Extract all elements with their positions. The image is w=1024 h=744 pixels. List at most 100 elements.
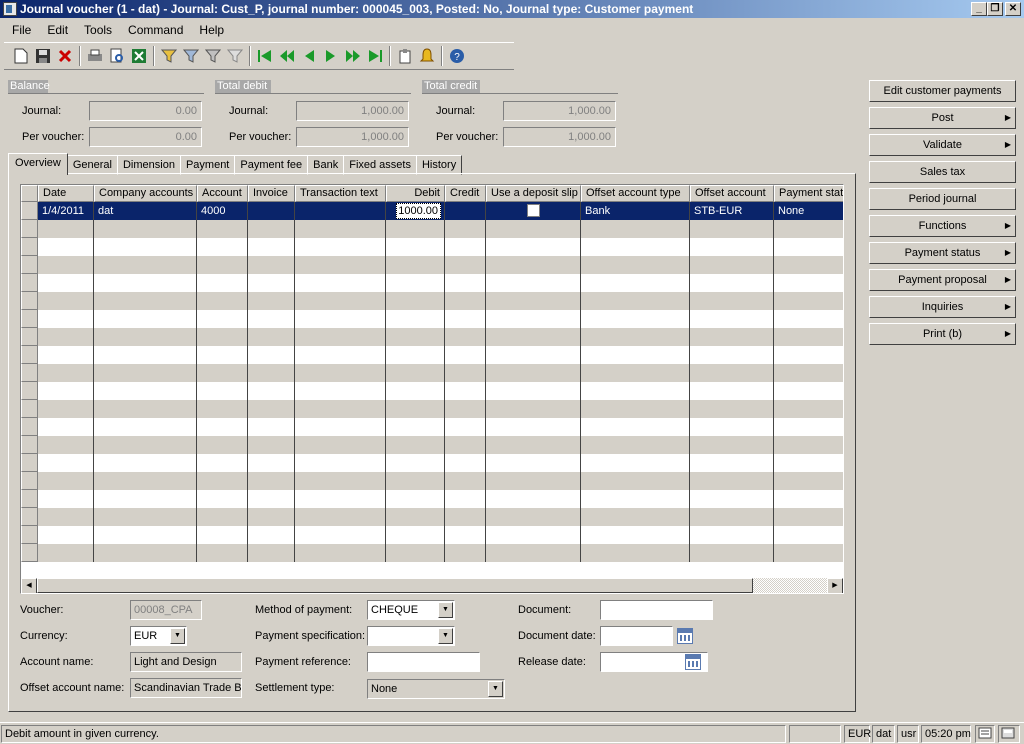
- grid-cell[interactable]: [774, 328, 843, 346]
- alert-icon[interactable]: [416, 45, 438, 67]
- grid-cell[interactable]: [774, 364, 843, 382]
- grid-cell[interactable]: [295, 256, 386, 274]
- settlement-type-select[interactable]: None ▼: [367, 679, 505, 699]
- grid-cell[interactable]: [295, 292, 386, 310]
- table-row[interactable]: [21, 310, 843, 328]
- status-currency[interactable]: EUR: [844, 725, 871, 743]
- grid-cell[interactable]: [295, 490, 386, 508]
- cell-debit[interactable]: 1000.00: [396, 203, 441, 219]
- table-row[interactable]: 1/4/2011 dat 4000 1000.00 Bank STB-EUR N…: [21, 202, 843, 220]
- scroll-right-icon[interactable]: ▶: [827, 578, 843, 593]
- previous-page-icon[interactable]: [276, 45, 298, 67]
- grid-cell[interactable]: [94, 346, 197, 364]
- tab-fixed-assets[interactable]: Fixed assets: [343, 155, 417, 175]
- grid-cell[interactable]: [38, 436, 94, 454]
- grid-cell[interactable]: [581, 382, 690, 400]
- col-credit[interactable]: Credit: [445, 185, 486, 202]
- grid-cell[interactable]: [774, 436, 843, 454]
- grid-cell[interactable]: [486, 418, 581, 436]
- grid-cell[interactable]: [445, 256, 486, 274]
- journal-lines-grid[interactable]: Date Company accounts Account Invoice Tr…: [20, 184, 844, 594]
- tab-overview[interactable]: Overview: [8, 153, 68, 175]
- grid-cell[interactable]: [94, 274, 197, 292]
- grid-cell[interactable]: [445, 526, 486, 544]
- grid-cell[interactable]: [774, 418, 843, 436]
- print-preview-icon[interactable]: [106, 45, 128, 67]
- grid-cell[interactable]: [295, 310, 386, 328]
- method-of-payment-select[interactable]: CHEQUE ▼: [367, 600, 455, 620]
- grid-cell[interactable]: [248, 508, 295, 526]
- grid-cell[interactable]: [445, 310, 486, 328]
- grid-cell[interactable]: [38, 382, 94, 400]
- status-company[interactable]: dat: [872, 725, 895, 743]
- grid-cell[interactable]: [94, 436, 197, 454]
- grid-cell[interactable]: [581, 544, 690, 562]
- grid-cell[interactable]: [38, 310, 94, 328]
- row-selector[interactable]: [21, 328, 38, 346]
- grid-cell[interactable]: [690, 220, 774, 238]
- row-selector[interactable]: [21, 544, 38, 562]
- grid-cell[interactable]: [386, 238, 445, 256]
- table-row[interactable]: [21, 328, 843, 346]
- table-row[interactable]: [21, 490, 843, 508]
- grid-cell[interactable]: [486, 292, 581, 310]
- grid-cell[interactable]: [197, 526, 248, 544]
- grid-cell[interactable]: [486, 238, 581, 256]
- grid-cell[interactable]: [581, 238, 690, 256]
- grid-cell[interactable]: [38, 364, 94, 382]
- grid-cell[interactable]: [445, 382, 486, 400]
- grid-cell[interactable]: [445, 544, 486, 562]
- tab-history[interactable]: History: [415, 155, 463, 175]
- grid-cell[interactable]: [445, 220, 486, 238]
- grid-cell[interactable]: [774, 274, 843, 292]
- restore-button[interactable]: ❐: [987, 2, 1003, 16]
- grid-cell[interactable]: [486, 490, 581, 508]
- grid-cell[interactable]: [197, 328, 248, 346]
- grid-cell[interactable]: [295, 526, 386, 544]
- grid-cell[interactable]: [94, 418, 197, 436]
- grid-cell[interactable]: [248, 310, 295, 328]
- menu-edit[interactable]: Edit: [39, 20, 76, 40]
- col-offset-account[interactable]: Offset account: [690, 185, 774, 202]
- first-record-icon[interactable]: [254, 45, 276, 67]
- grid-cell[interactable]: [386, 364, 445, 382]
- cell-date[interactable]: 1/4/2011: [38, 202, 94, 220]
- chevron-down-icon[interactable]: ▼: [488, 681, 503, 697]
- grid-cell[interactable]: [197, 220, 248, 238]
- grid-cell[interactable]: [295, 346, 386, 364]
- grid-cell[interactable]: [581, 274, 690, 292]
- previous-record-icon[interactable]: [298, 45, 320, 67]
- print-button[interactable]: Print (b) ▶: [869, 323, 1016, 345]
- grid-cell[interactable]: [248, 454, 295, 472]
- grid-cell[interactable]: [581, 328, 690, 346]
- grid-cell[interactable]: [486, 526, 581, 544]
- grid-cell[interactable]: [94, 526, 197, 544]
- grid-cell[interactable]: [690, 454, 774, 472]
- grid-cell[interactable]: [386, 274, 445, 292]
- table-row[interactable]: [21, 292, 843, 310]
- close-button[interactable]: ✕: [1005, 2, 1021, 16]
- table-row[interactable]: [21, 508, 843, 526]
- grid-cell[interactable]: [197, 544, 248, 562]
- grid-cell[interactable]: [295, 508, 386, 526]
- grid-cell[interactable]: [690, 508, 774, 526]
- status-form-icon[interactable]: [998, 725, 1020, 743]
- inquiries-button[interactable]: Inquiries ▶: [869, 296, 1016, 318]
- table-row[interactable]: [21, 418, 843, 436]
- grid-cell[interactable]: [486, 346, 581, 364]
- grid-cell[interactable]: [38, 274, 94, 292]
- grid-cell[interactable]: [581, 436, 690, 454]
- grid-cell[interactable]: [38, 400, 94, 418]
- grid-cell[interactable]: [94, 220, 197, 238]
- grid-cell[interactable]: [581, 310, 690, 328]
- table-row[interactable]: [21, 526, 843, 544]
- table-row[interactable]: [21, 238, 843, 256]
- table-row[interactable]: [21, 400, 843, 418]
- grid-cell[interactable]: [94, 238, 197, 256]
- grid-cell[interactable]: [197, 238, 248, 256]
- validate-button[interactable]: Validate ▶: [869, 134, 1016, 156]
- payment-status-button[interactable]: Payment status ▶: [869, 242, 1016, 264]
- tab-bank[interactable]: Bank: [307, 155, 345, 175]
- grid-cell[interactable]: [94, 454, 197, 472]
- cell-credit[interactable]: [445, 202, 486, 220]
